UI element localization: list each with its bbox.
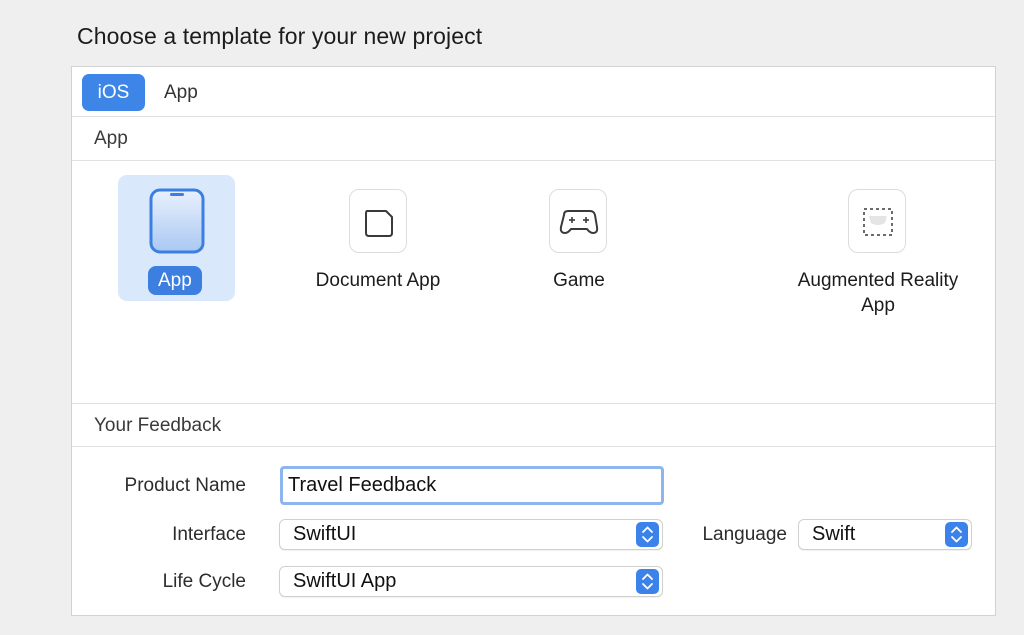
document-icon: [349, 189, 407, 253]
life-cycle-select[interactable]: SwiftUI App: [279, 566, 663, 597]
life-cycle-select-value: SwiftUI App: [293, 570, 397, 592]
template-label-game: Game: [553, 270, 605, 291]
chevron-up-down-icon: [945, 522, 968, 547]
language-select-value: Swift: [812, 523, 856, 545]
template-panel: iOS App App App Document App Game Augmen…: [71, 66, 996, 616]
life-cycle-label: Life Cycle: [162, 571, 246, 592]
tab-ios[interactable]: iOS: [82, 74, 145, 111]
platform-tabbar: iOS App: [72, 67, 995, 117]
section-header-app: App: [72, 117, 995, 161]
language-select[interactable]: Swift: [798, 519, 972, 550]
chevron-up-down-icon: [636, 522, 659, 547]
template-grid: App Document App Game Augmented Reality …: [72, 162, 995, 402]
product-name-input[interactable]: [280, 466, 664, 505]
language-label: Language: [702, 524, 787, 545]
product-name-label: Product Name: [124, 475, 246, 496]
template-label-document-app: Document App: [315, 270, 441, 291]
page-title: Choose a template for your new project: [77, 23, 483, 49]
chevron-up-down-icon: [636, 569, 659, 594]
template-label-ar-line1: Augmented Reality: [797, 270, 959, 291]
augmented-reality-icon: [848, 189, 906, 253]
interface-select-value: SwiftUI: [293, 523, 357, 545]
tab-app[interactable]: App: [164, 74, 224, 111]
section-header-feedback: Your Feedback: [72, 403, 995, 447]
template-label-app: App: [148, 266, 202, 295]
template-label-ar-line2: App: [861, 295, 895, 316]
iphone-icon: [149, 188, 205, 254]
template-label-augmented-reality: Augmented Reality App: [788, 268, 968, 318]
interface-label: Interface: [172, 524, 246, 545]
game-controller-icon: [549, 189, 607, 253]
interface-select[interactable]: SwiftUI: [279, 519, 663, 550]
